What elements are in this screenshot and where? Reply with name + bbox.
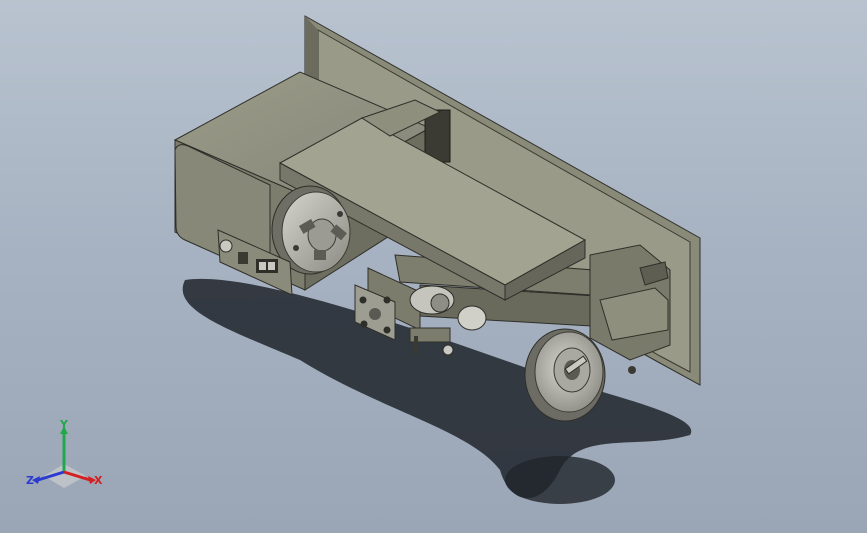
- tailstock-base[interactable]: [589, 244, 671, 361]
- lathe-model-view[interactable]: [0, 0, 867, 533]
- y-axis-label: Y: [59, 418, 69, 431]
- axis-triad: Y X Z: [26, 418, 103, 488]
- z-axis-label: Z: [26, 474, 34, 487]
- power-knob-icon[interactable]: [219, 239, 233, 253]
- x-axis-label: X: [94, 474, 103, 487]
- graphics-viewport[interactable]: Y X Z: [0, 0, 867, 533]
- switch-icon[interactable]: [238, 252, 248, 264]
